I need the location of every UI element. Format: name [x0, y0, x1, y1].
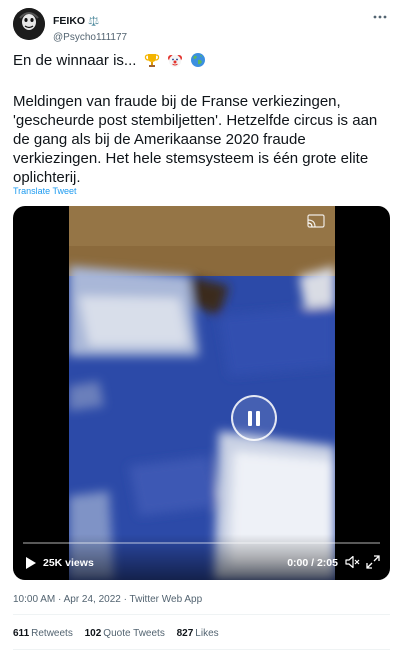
author-display-name[interactable]: FEIKO — [53, 15, 85, 27]
clown-face-emoji — [167, 55, 182, 67]
progress-bar[interactable] — [23, 542, 380, 544]
tweet-headline-text: En de winnaar is... — [13, 52, 137, 69]
view-count: 25K views — [43, 557, 94, 569]
video-player[interactable]: 25K views 0:00 / 2:05 — [13, 206, 390, 580]
retweets-stat[interactable]: 611 Retweets — [13, 628, 73, 639]
retweets-label: Retweets — [31, 628, 73, 639]
avatar[interactable] — [13, 8, 45, 40]
tweet-card: FEIKO ⚖️ @Psycho111177 En de winnaar is..… — [0, 0, 403, 650]
volume-icon[interactable] — [345, 555, 360, 569]
tweet-timestamp[interactable]: 10:00 AM · Apr 24, 2022 · Twitter Web Ap… — [13, 594, 202, 605]
scales-emoji: ⚖️ — [88, 16, 100, 26]
divider — [13, 614, 390, 615]
fullscreen-icon[interactable] — [366, 555, 380, 569]
tweet-headline: En de winnaar is... — [13, 52, 206, 70]
likes-stat[interactable]: 827 Likes — [177, 628, 219, 639]
video-time: 0:00 / 2:05 — [287, 557, 338, 569]
quote-tweets-stat[interactable]: 102 Quote Tweets — [85, 628, 165, 639]
quote-tweets-count: 102 — [84, 628, 102, 639]
author-handle[interactable]: @Psycho111177 — [53, 32, 127, 43]
avatar-portrait-icon — [13, 8, 45, 40]
tweet-body: Meldingen van fraude bij de Franse verki… — [13, 93, 378, 186]
quote-tweets-label: Quote Tweets — [103, 628, 165, 639]
retweets-count: 611 — [13, 628, 30, 639]
tweet-stats: 611 Retweets 102 Quote Tweets 827 Likes — [13, 628, 228, 639]
pause-icon[interactable] — [231, 395, 277, 441]
tweet-header: FEIKO ⚖️ @Psycho111177 — [13, 8, 390, 43]
trophy-emoji — [144, 54, 159, 67]
translate-tweet-link[interactable]: Translate Tweet — [13, 186, 77, 196]
likes-label: Likes — [195, 628, 219, 639]
author-block[interactable]: FEIKO ⚖️ @Psycho111177 — [53, 11, 127, 43]
play-icon[interactable] — [25, 556, 37, 570]
cast-icon[interactable] — [307, 214, 325, 228]
likes-count: 827 — [176, 628, 194, 639]
video-frame[interactable] — [69, 206, 335, 580]
more-options-icon[interactable] — [372, 12, 388, 22]
globe-emoji — [190, 53, 205, 67]
video-controls: 25K views 0:00 / 2:05 — [13, 534, 390, 580]
video-still-image — [69, 206, 335, 580]
